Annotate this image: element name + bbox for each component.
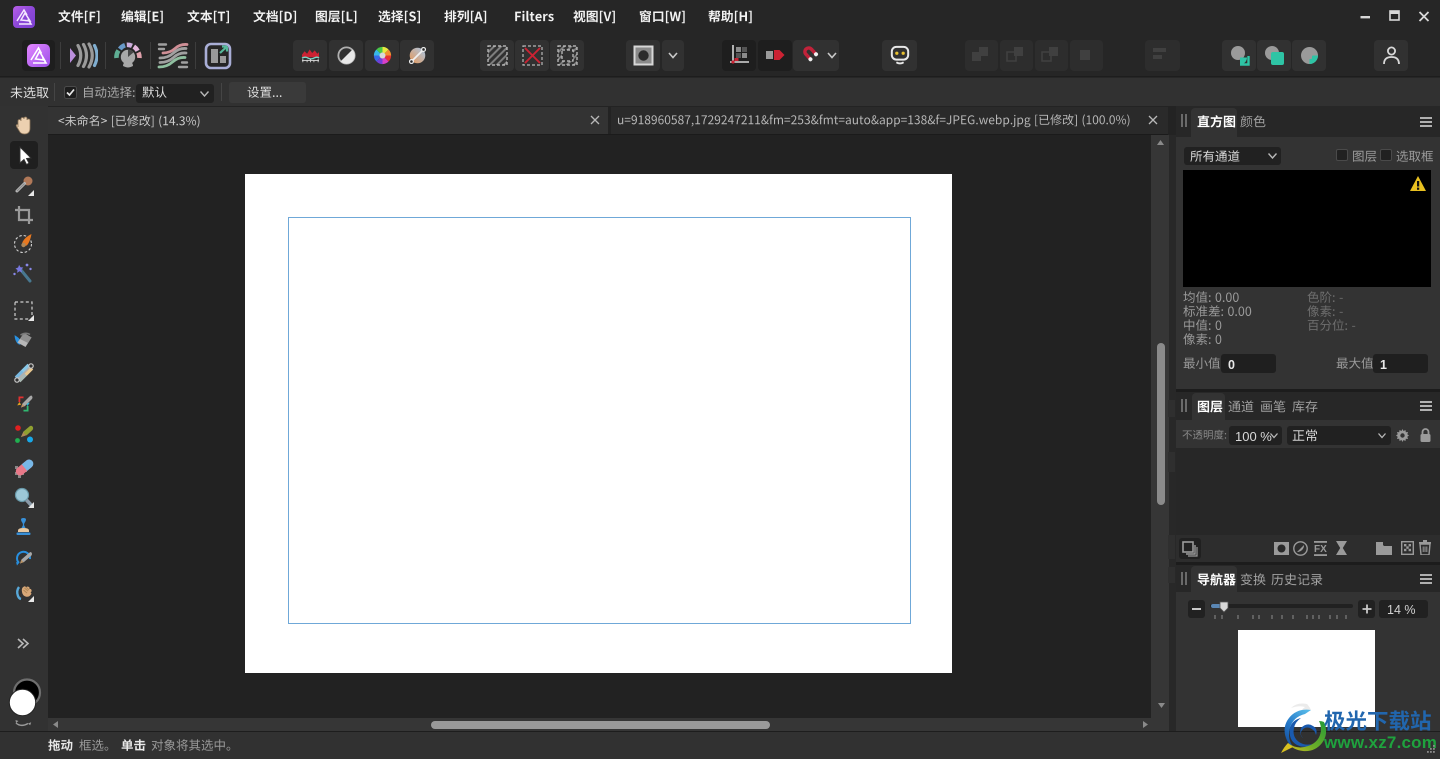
svg-text:FX: FX — [1314, 544, 1327, 555]
